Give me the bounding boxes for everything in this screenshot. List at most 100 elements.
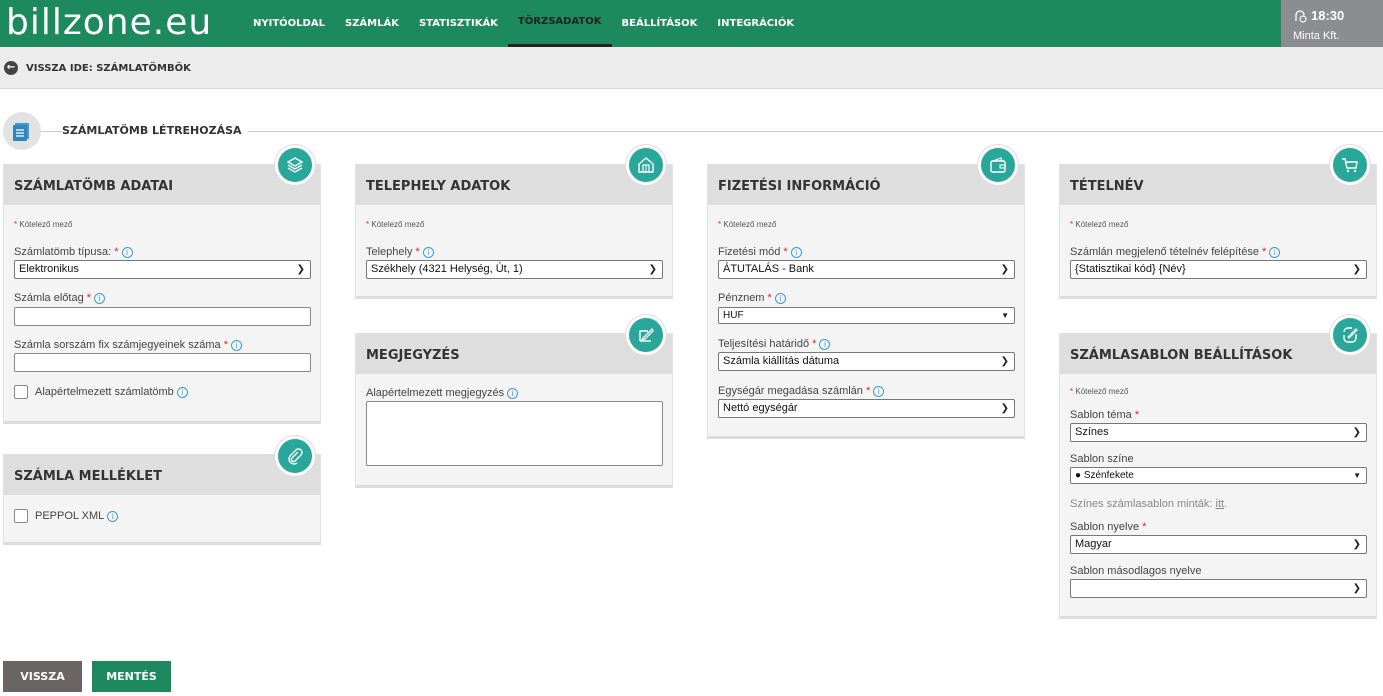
page-title: SZÁMLATÖMB LÉTREHOZÁSA xyxy=(62,124,248,137)
default-block-label: Alapértelmezett számlatömb i xyxy=(35,386,188,398)
nav-settings[interactable]: BEÁLLÍTÁSOK xyxy=(612,0,708,47)
deadline-label: Teljesítési határidő * i xyxy=(718,338,831,350)
note-panel: MEGJEGYZÉS Alapértelmezett megjegyzés i xyxy=(355,333,673,488)
paperclip-icon xyxy=(275,436,315,476)
info-icon[interactable]: i xyxy=(1269,246,1281,258)
back-link[interactable]: ← VISSZA IDE: SZÁMLATÖMBÖK xyxy=(4,61,191,75)
chevron-down-icon: ❯ xyxy=(296,264,305,275)
nav-statistics[interactable]: STATISZTIKÁK xyxy=(409,0,508,47)
digits-label: Számla sorszám fix számjegyeinek száma *… xyxy=(14,339,242,351)
currency-label: Pénznem * i xyxy=(718,292,786,304)
info-icon[interactable]: i xyxy=(107,510,119,522)
prefix-input[interactable] xyxy=(14,307,311,326)
info-icon[interactable]: i xyxy=(176,386,188,398)
info-icon[interactable]: i xyxy=(230,339,242,351)
invoice-template-panel: SZÁMLASABLON BEÁLLÍTÁSOK * Kötelező mező… xyxy=(1059,333,1377,619)
default-block-checkbox[interactable] xyxy=(14,385,28,399)
payment-method-select[interactable]: ÁTUTALÁS - Bank ❯ xyxy=(718,260,1015,279)
item-name-panel: TÉTELNÉV * Kötelező mező Számlán megjele… xyxy=(1059,164,1377,299)
required-note: * Kötelező mező xyxy=(14,220,73,229)
info-icon[interactable]: i xyxy=(94,292,106,304)
template-samples-link[interactable]: itt xyxy=(1216,498,1225,510)
panel-title: SZÁMLATÖMB ADATAI xyxy=(4,165,320,205)
panel-title: FIZETÉSI INFORMÁCIÓ xyxy=(708,165,1024,205)
digits-input[interactable] xyxy=(14,353,311,372)
section-header: SZÁMLATÖMB LÉTREHOZÁSA xyxy=(3,112,1383,150)
panel-title: TÉTELNÉV xyxy=(1060,165,1376,205)
nav-master-data[interactable]: TÖRZSADATOK xyxy=(507,0,612,47)
note-textarea[interactable] xyxy=(366,401,663,466)
chevron-down-icon: ❯ xyxy=(1352,583,1361,594)
site-label: Telephely * i xyxy=(366,246,434,258)
cart-icon xyxy=(1330,145,1370,185)
pencil-note-icon xyxy=(626,315,666,355)
template-language-select[interactable]: Magyar ❯ xyxy=(1070,535,1367,554)
edit-template-icon xyxy=(1330,315,1370,355)
required-note: * Kötelező mező xyxy=(1070,220,1129,229)
template-language-label: Sablon nyelve * xyxy=(1070,521,1147,533)
wallet-icon xyxy=(978,145,1018,185)
breadcrumb-bar: ← VISSZA IDE: SZÁMLATÖMBÖK xyxy=(0,47,1383,89)
panel-title: MEGJEGYZÉS xyxy=(356,334,672,374)
note-label: Alapértelmezett megjegyzés i xyxy=(366,387,519,399)
invoice-attachment-panel: SZÁMLA MELLÉKLET PEPPOL XML i xyxy=(3,454,321,545)
item-name-structure-label: Számlán megjelenő tételnév felépítése * i xyxy=(1070,246,1281,258)
chevron-down-icon: ❯ xyxy=(1352,427,1361,438)
session-timer-icon xyxy=(1295,9,1307,23)
nav-integrations[interactable]: INTEGRÁCIÓK xyxy=(707,0,804,47)
currency-select[interactable]: HUF ▼ xyxy=(718,307,1015,324)
session-time: 18:30 xyxy=(1311,8,1345,23)
panel-title: SZÁMLA MELLÉKLET xyxy=(4,455,320,495)
unit-price-label: Egységár megadása számlán * i xyxy=(718,385,885,397)
nav-invoices[interactable]: SZÁMLÁK xyxy=(335,0,409,47)
building-icon xyxy=(626,145,666,185)
invoice-block-data-panel: SZÁMLATÖMB ADATAI * Kötelező mező Számla… xyxy=(3,164,321,424)
item-name-structure-select[interactable]: {Statisztikai kód} {Név} ❯ xyxy=(1070,260,1367,279)
deadline-select[interactable]: Számla kiállítás dátuma ❯ xyxy=(718,352,1015,371)
chevron-down-icon: ❯ xyxy=(1000,356,1009,367)
panel-title: SZÁMLASABLON BEÁLLÍTÁSOK xyxy=(1060,334,1376,374)
arrow-left-icon: ← xyxy=(4,61,18,75)
caret-down-icon: ▼ xyxy=(1001,311,1009,320)
required-note: * Kötelező mező xyxy=(718,220,777,229)
payment-info-panel: FIZETÉSI INFORMÁCIÓ * Kötelező mező Fize… xyxy=(707,164,1025,439)
peppol-label: PEPPOL XML i xyxy=(35,510,119,522)
info-icon[interactable]: i xyxy=(422,246,434,258)
info-icon[interactable]: i xyxy=(507,387,519,399)
company-name: Minta Kft. xyxy=(1293,30,1340,42)
payment-method-label: Fizetési mód * i xyxy=(718,246,802,258)
type-label: Számlatömb típusa: * i xyxy=(14,246,133,258)
save-button[interactable]: MENTÉS xyxy=(92,661,171,692)
layers-icon xyxy=(275,145,315,185)
template-samples-text: Színes számlasablon minták: itt. xyxy=(1070,498,1228,510)
template-secondary-language-select[interactable]: ❯ xyxy=(1070,579,1367,598)
top-bar: billzone.eu NYITÓOLDAL SZÁMLÁK STATISZTI… xyxy=(0,0,1383,47)
main-nav: NYITÓOLDAL SZÁMLÁK STATISZTIKÁK TÖRZSADA… xyxy=(243,0,804,47)
unit-price-select[interactable]: Nettó egységár ❯ xyxy=(718,399,1015,418)
chevron-down-icon: ❯ xyxy=(1352,539,1361,550)
template-color-select[interactable]: ● Szénfekete ▼ xyxy=(1070,467,1367,484)
peppol-checkbox[interactable] xyxy=(14,509,28,523)
template-color-label: Sablon színe xyxy=(1070,453,1134,465)
info-icon[interactable]: i xyxy=(873,385,885,397)
caret-down-icon: ▼ xyxy=(1353,471,1361,480)
panel-title: TELEPHELY ADATOK xyxy=(356,165,672,205)
info-icon[interactable]: i xyxy=(774,292,786,304)
required-note: * Kötelező mező xyxy=(1070,387,1129,396)
info-icon[interactable]: i xyxy=(819,338,831,350)
nav-home[interactable]: NYITÓOLDAL xyxy=(243,0,335,47)
info-icon[interactable]: i xyxy=(790,246,802,258)
template-secondary-language-label: Sablon másodlagos nyelve xyxy=(1070,565,1202,577)
info-icon[interactable]: i xyxy=(121,246,133,258)
template-theme-select[interactable]: Színes ❯ xyxy=(1070,423,1367,442)
chevron-down-icon: ❯ xyxy=(1352,264,1361,275)
logo[interactable]: billzone.eu xyxy=(6,4,212,42)
site-select[interactable]: Székhely (4321 Helység, Út, 1) ❯ xyxy=(366,260,663,279)
back-button[interactable]: VISSZA xyxy=(3,661,82,692)
template-theme-label: Sablon téma * xyxy=(1070,409,1140,421)
type-select[interactable]: Elektronikus ❯ xyxy=(14,260,311,279)
prefix-label: Számla előtag * i xyxy=(14,292,106,304)
chevron-down-icon: ❯ xyxy=(648,264,657,275)
user-menu[interactable]: 18:30 Minta Kft. xyxy=(1281,0,1383,47)
back-link-label: VISSZA IDE: SZÁMLATÖMBÖK xyxy=(26,62,191,74)
